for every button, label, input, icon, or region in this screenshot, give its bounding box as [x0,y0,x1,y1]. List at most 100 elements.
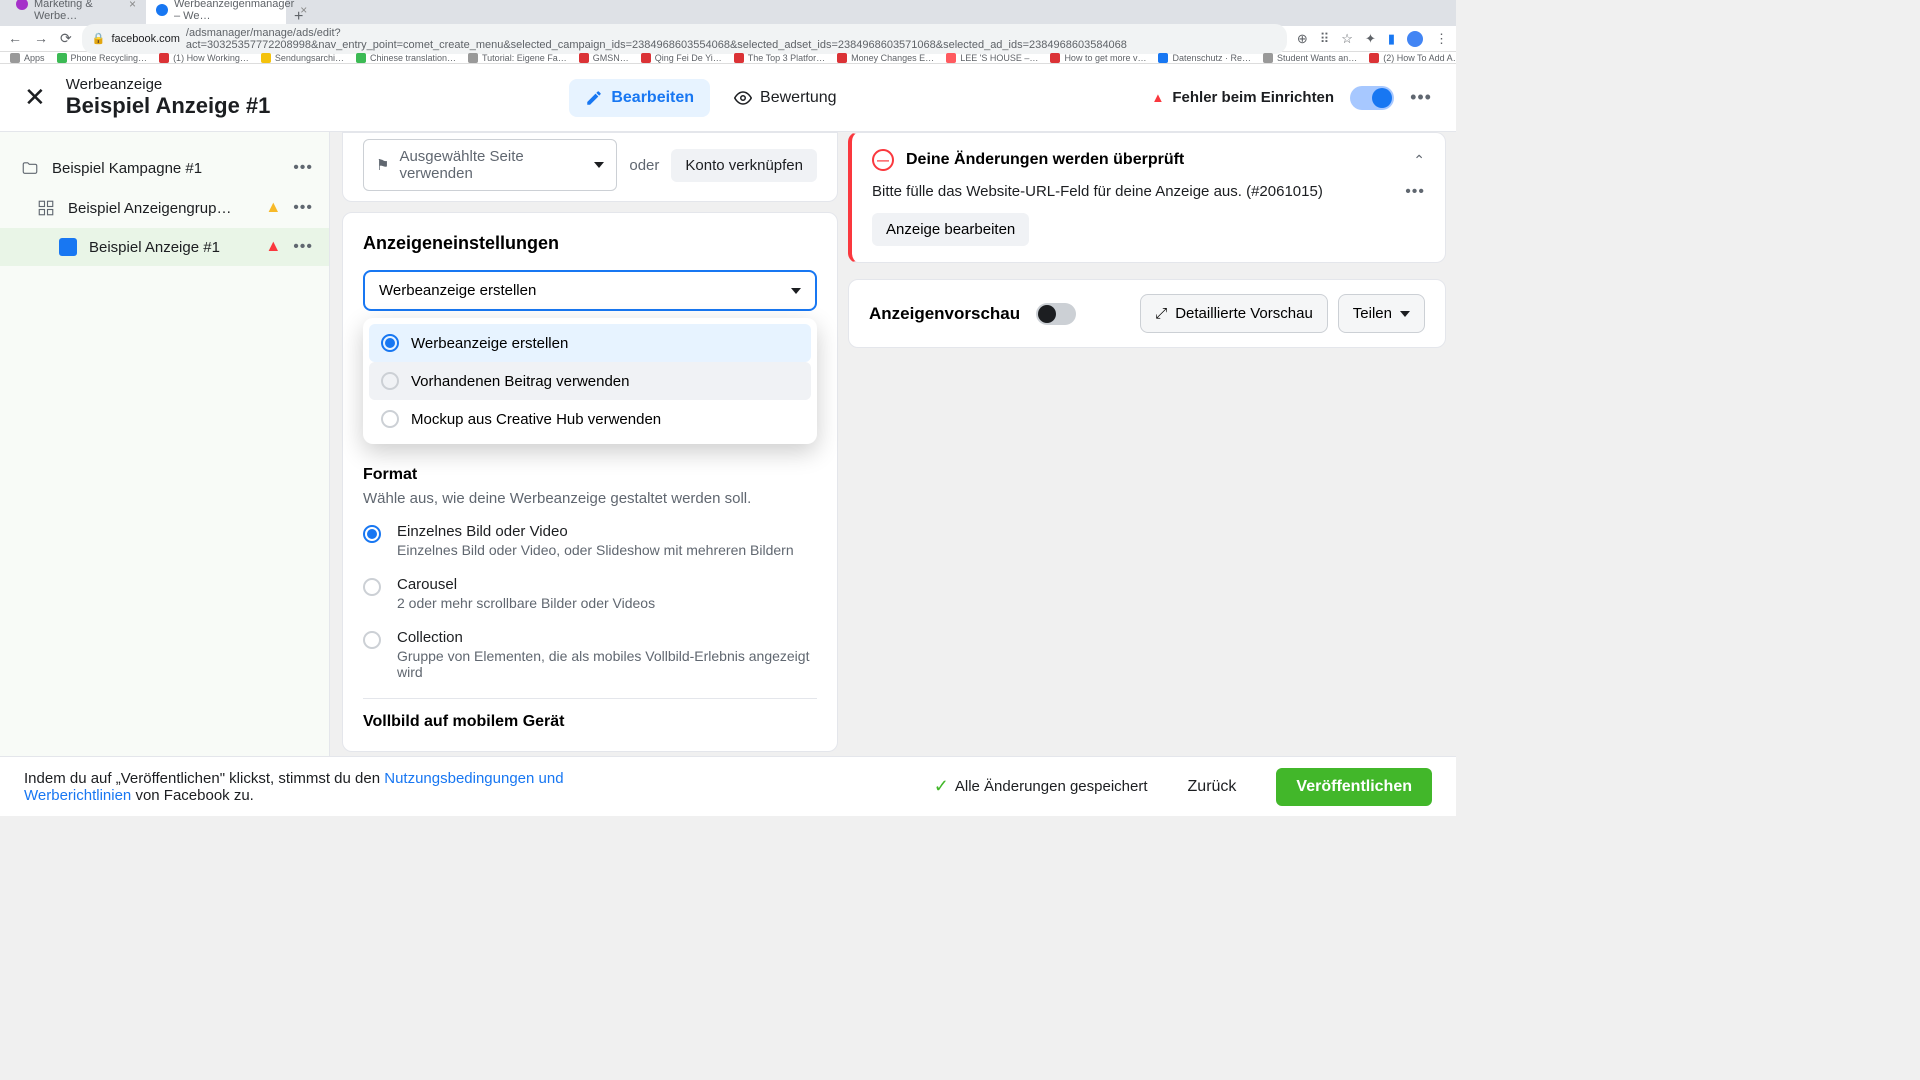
expand-icon: ⤢ [1155,305,1167,322]
url-bar[interactable]: 🔒 facebook.com/adsmanager/manage/ads/edi… [82,24,1287,54]
more-icon[interactable]: ••• [293,199,313,217]
bookmark[interactable]: Qing Fei De Yi… [641,53,722,63]
format-description: Wähle aus, wie deine Werbeanzeige gestal… [363,490,817,507]
bookmark[interactable]: Apps [10,53,45,63]
extension-icon[interactable]: ✦ [1365,31,1376,47]
tree-adset[interactable]: Beispiel Anzeigengrup… ▲ ••• [0,188,329,228]
chevron-down-icon [791,288,801,294]
back-icon[interactable]: ← [8,30,22,47]
bookmark[interactable]: Phone Recycling… [57,53,148,63]
bookmark[interactable]: (1) How Working… [159,53,249,63]
check-icon: ✓ [934,776,949,797]
format-title: Format [363,466,817,484]
more-menu-button[interactable]: ••• [1410,87,1432,108]
chevron-down-icon [594,162,604,168]
bookmark[interactable]: Student Wants an… [1263,53,1357,63]
reload-icon[interactable]: ⟳ [60,30,72,47]
chevron-down-icon [1400,311,1410,317]
review-message: Bitte fülle das Website-URL-Feld für dei… [872,183,1323,200]
header-subtitle: Werbeanzeige [66,76,271,93]
option-label: Vorhandenen Beitrag verwenden [411,373,630,390]
format-option-carousel[interactable]: Carousel 2 oder mehr scrollbare Bilder o… [363,576,817,611]
link-account-button[interactable]: Konto verknüpfen [671,149,817,182]
footer: Indem du auf „Veröffentlichen" klickst, … [0,756,1456,816]
tab-review[interactable]: Bewertung [718,79,853,117]
button-label: Teilen [1353,305,1392,322]
flag-icon: ⚑ [376,156,389,174]
tree-label: Beispiel Anzeigengrup… [68,200,253,217]
tree-ad-active[interactable]: Beispiel Anzeige #1 ▲ ••• [0,228,329,266]
bookmark[interactable]: The Top 3 Platfor… [734,53,825,63]
tab-label: Werbeanzeigenmanager – We… [174,0,294,22]
dropdown-menu: Werbeanzeige erstellen Vorhandenen Beitr… [363,318,817,444]
close-button[interactable]: ✕ [24,82,46,113]
format-option-collection[interactable]: Collection Gruppe von Elementen, die als… [363,629,817,680]
button-label: Detaillierte Vorschau [1175,305,1313,322]
close-icon[interactable]: × [129,0,136,11]
dropdown-option-existing[interactable]: Vorhandenen Beitrag verwenden [369,362,811,400]
option-sub: 2 oder mehr scrollbare Bilder oder Video… [397,595,817,611]
bookmark[interactable]: Chinese translation… [356,53,456,63]
detailed-preview-button[interactable]: ⤢ Detaillierte Vorschau [1140,294,1328,333]
stop-icon: — [872,149,894,171]
app-header: ✕ Werbeanzeige Beispiel Anzeige #1 Bearb… [0,64,1456,132]
radio-icon [381,410,399,428]
translate-icon[interactable]: ⠿ [1320,31,1330,47]
menu-icon[interactable]: ⋮ [1435,31,1448,47]
bookmark[interactable]: Datenschutz · Re… [1158,53,1251,63]
option-label: Werbeanzeige erstellen [411,335,568,352]
radio-icon [363,578,381,596]
format-option-single[interactable]: Einzelnes Bild oder Video Einzelnes Bild… [363,523,817,558]
option-sub: Gruppe von Elementen, die als mobiles Vo… [397,648,817,680]
bookmark[interactable]: How to get more v… [1050,53,1146,63]
favicon [156,4,168,16]
dropdown-option-create[interactable]: Werbeanzeige erstellen [369,324,811,362]
bookmark[interactable]: (2) How To Add A… [1369,53,1456,63]
preview-toggle[interactable] [1036,303,1076,325]
share-button[interactable]: Teilen [1338,294,1425,333]
bookmark[interactable]: Tutorial: Eigene Fa… [468,53,567,63]
right-panel: — Deine Änderungen werden überprüft ⌃ Bi… [844,132,1456,756]
extension-icon[interactable]: ▮ [1388,31,1395,47]
radio-icon [381,372,399,390]
eye-icon [734,89,752,107]
dropdown-option-mockup[interactable]: Mockup aus Creative Hub verwenden [369,400,811,438]
more-icon[interactable]: ••• [1405,183,1425,201]
publish-button[interactable]: Veröffentlichen [1276,768,1432,806]
grid-icon [36,198,56,218]
publish-toggle[interactable] [1350,86,1394,110]
more-icon[interactable]: ••• [293,238,313,256]
favicon [16,0,28,10]
tab-edit[interactable]: Bearbeiten [569,79,710,117]
edit-ad-button[interactable]: Anzeige bearbeiten [872,213,1029,246]
url-path: /adsmanager/manage/ads/edit?act=30325357… [186,27,1277,51]
ad-source-dropdown[interactable]: Werbeanzeige erstellen [363,270,817,311]
tree-label: Beispiel Anzeige #1 [89,239,253,256]
dropdown-label: Ausgewählte Seite verwenden [399,148,584,182]
tree-campaign[interactable]: Beispiel Kampagne #1 ••• [0,148,329,188]
chevron-up-icon[interactable]: ⌃ [1413,152,1425,169]
section-title: Anzeigeneinstellungen [363,233,817,254]
more-icon[interactable]: ••• [293,159,313,177]
footer-disclaimer: Indem du auf „Veröffentlichen" klickst, … [24,770,624,804]
save-status: ✓ Alle Änderungen gespeichert [934,776,1148,797]
browser-tab-active[interactable]: Werbeanzeigenmanager – We… × [146,0,286,26]
bookmark[interactable]: Money Changes E… [837,53,934,63]
radio-icon [363,525,381,543]
zoom-icon[interactable]: ⊕ [1297,31,1308,47]
error-icon: ▲ [265,238,281,256]
bookmark[interactable]: GMSN… [579,53,629,63]
campaign-tree: Beispiel Kampagne #1 ••• Beispiel Anzeig… [0,132,330,756]
forward-icon[interactable]: → [34,30,48,47]
tab-label: Bewertung [760,89,837,107]
page-title: Beispiel Anzeige #1 [66,93,271,119]
bookmark[interactable]: Sendungsarchi… [261,53,344,63]
bookmark[interactable]: LEE 'S HOUSE –… [946,53,1038,63]
radio-icon [363,631,381,649]
back-button[interactable]: Zurück [1168,768,1257,806]
dropdown-value: Werbeanzeige erstellen [379,282,536,299]
star-icon[interactable]: ☆ [1341,31,1353,47]
avatar-icon[interactable] [1407,31,1423,47]
browser-tab[interactable]: Facebook Marketing & Werbe… × [6,0,146,26]
page-dropdown[interactable]: ⚑ Ausgewählte Seite verwenden [363,139,617,191]
